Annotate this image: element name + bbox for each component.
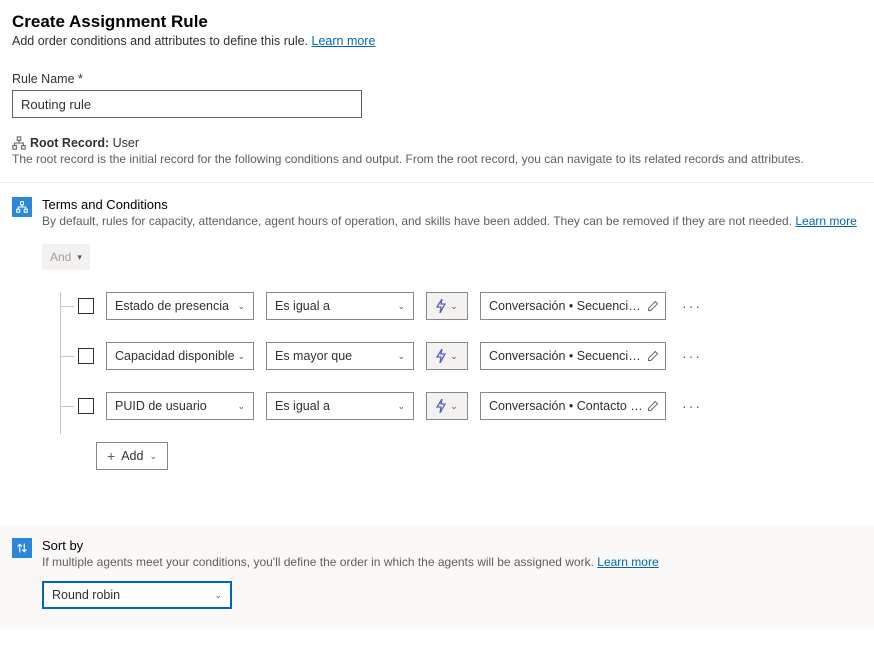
row-checkbox[interactable] bbox=[78, 398, 94, 414]
condition-row: Capacidad disponible ⌄ Es mayor que ⌄ ⌄ bbox=[52, 342, 874, 370]
hierarchy-icon bbox=[12, 136, 26, 150]
terms-section-icon bbox=[12, 197, 32, 217]
dynamic-value-button[interactable]: ⌄ bbox=[426, 392, 468, 420]
chevron-down-icon: ⌄ bbox=[237, 301, 245, 312]
sort-subtitle: If multiple agents meet your conditions,… bbox=[42, 555, 874, 569]
value-text: Conversación • Secuencia de tra... bbox=[489, 299, 644, 313]
operator-value: Es igual a bbox=[275, 399, 330, 413]
root-record-row: Root Record: User bbox=[12, 136, 874, 150]
terms-section: Terms and Conditions By default, rules f… bbox=[12, 197, 874, 470]
terms-learn-more-link[interactable]: Learn more bbox=[795, 214, 856, 228]
page-subtitle: Add order conditions and attributes to d… bbox=[12, 34, 874, 48]
edit-icon[interactable] bbox=[647, 400, 659, 412]
add-condition-button[interactable]: + Add ⌄ bbox=[96, 442, 168, 470]
chevron-down-icon: ⌄ bbox=[237, 401, 245, 412]
dynamic-value-button[interactable]: ⌄ bbox=[426, 342, 468, 370]
operator-dropdown[interactable]: Es igual a ⌄ bbox=[266, 292, 414, 320]
terms-title: Terms and Conditions bbox=[42, 197, 874, 212]
lightning-icon bbox=[436, 349, 446, 363]
chevron-down-icon: ▾ bbox=[77, 252, 82, 263]
root-record-description: The root record is the initial record fo… bbox=[12, 152, 874, 166]
page-subtitle-text: Add order conditions and attributes to d… bbox=[12, 34, 308, 48]
chevron-down-icon: ⌄ bbox=[450, 401, 458, 412]
plus-icon: + bbox=[107, 448, 115, 464]
value-box[interactable]: Conversación • Secuencia de tra... bbox=[480, 292, 666, 320]
sort-dropdown[interactable]: Round robin ⌄ bbox=[42, 581, 232, 609]
value-text: Conversación • Contacto • Usuari... bbox=[489, 399, 644, 413]
rule-name-input[interactable] bbox=[12, 90, 362, 118]
hierarchy-icon bbox=[16, 201, 28, 213]
dynamic-value-button[interactable]: ⌄ bbox=[426, 292, 468, 320]
attribute-dropdown[interactable]: Estado de presencia ⌄ bbox=[106, 292, 254, 320]
operator-value: Es igual a bbox=[275, 299, 330, 313]
row-more-button[interactable]: ··· bbox=[678, 348, 706, 364]
condition-row: Estado de presencia ⌄ Es igual a ⌄ ⌄ bbox=[52, 292, 874, 320]
sort-value: Round robin bbox=[52, 588, 120, 602]
row-checkbox[interactable] bbox=[78, 298, 94, 314]
operator-value: Es mayor que bbox=[275, 349, 352, 363]
sort-icon bbox=[16, 542, 28, 554]
chevron-down-icon: ⌄ bbox=[214, 590, 222, 601]
lightning-icon bbox=[436, 399, 446, 413]
edit-icon[interactable] bbox=[647, 300, 659, 312]
root-record-value: User bbox=[113, 136, 139, 150]
attribute-value: PUID de usuario bbox=[115, 399, 207, 413]
root-record-label: Root Record: User bbox=[30, 136, 139, 150]
edit-icon[interactable] bbox=[647, 350, 659, 362]
row-more-button[interactable]: ··· bbox=[678, 398, 706, 414]
chevron-down-icon: ⌄ bbox=[397, 301, 405, 312]
sort-section-icon bbox=[12, 538, 32, 558]
value-box[interactable]: Conversación • Contacto • Usuari... bbox=[480, 392, 666, 420]
add-button-label: Add bbox=[121, 449, 143, 463]
group-operator-pill[interactable]: And ▾ bbox=[42, 244, 90, 270]
attribute-value: Estado de presencia bbox=[115, 299, 229, 313]
operator-dropdown[interactable]: Es igual a ⌄ bbox=[266, 392, 414, 420]
conditions-list: Estado de presencia ⌄ Es igual a ⌄ ⌄ bbox=[52, 292, 874, 470]
value-box[interactable]: Conversación • Secuencia de tra... bbox=[480, 342, 666, 370]
group-operator-label: And bbox=[50, 250, 71, 264]
row-checkbox[interactable] bbox=[78, 348, 94, 364]
chevron-down-icon: ⌄ bbox=[450, 351, 458, 362]
chevron-down-icon: ⌄ bbox=[397, 401, 405, 412]
chevron-down-icon: ⌄ bbox=[397, 351, 405, 362]
value-text: Conversación • Secuencia de tra... bbox=[489, 349, 644, 363]
sort-title: Sort by bbox=[42, 538, 874, 553]
sort-section: Sort by If multiple agents meet your con… bbox=[12, 538, 874, 569]
condition-row: PUID de usuario ⌄ Es igual a ⌄ ⌄ bbox=[52, 392, 874, 420]
header-learn-more-link[interactable]: Learn more bbox=[312, 34, 376, 48]
divider bbox=[0, 182, 874, 183]
sort-learn-more-link[interactable]: Learn more bbox=[597, 555, 658, 569]
lightning-icon bbox=[436, 299, 446, 313]
chevron-down-icon: ⌄ bbox=[237, 351, 245, 362]
terms-subtitle: By default, rules for capacity, attendan… bbox=[42, 214, 874, 228]
chevron-down-icon: ⌄ bbox=[450, 301, 458, 312]
operator-dropdown[interactable]: Es mayor que ⌄ bbox=[266, 342, 414, 370]
page-title: Create Assignment Rule bbox=[12, 12, 874, 32]
attribute-dropdown[interactable]: Capacidad disponible ⌄ bbox=[106, 342, 254, 370]
row-more-button[interactable]: ··· bbox=[678, 298, 706, 314]
sort-subtitle-text: If multiple agents meet your conditions,… bbox=[42, 555, 594, 569]
attribute-value: Capacidad disponible bbox=[115, 349, 235, 363]
attribute-dropdown[interactable]: PUID de usuario ⌄ bbox=[106, 392, 254, 420]
root-record-label-bold: Root Record: bbox=[30, 136, 109, 150]
chevron-down-icon: ⌄ bbox=[149, 451, 157, 462]
rule-name-label: Rule Name * bbox=[12, 72, 874, 86]
terms-subtitle-text: By default, rules for capacity, attendan… bbox=[42, 214, 792, 228]
